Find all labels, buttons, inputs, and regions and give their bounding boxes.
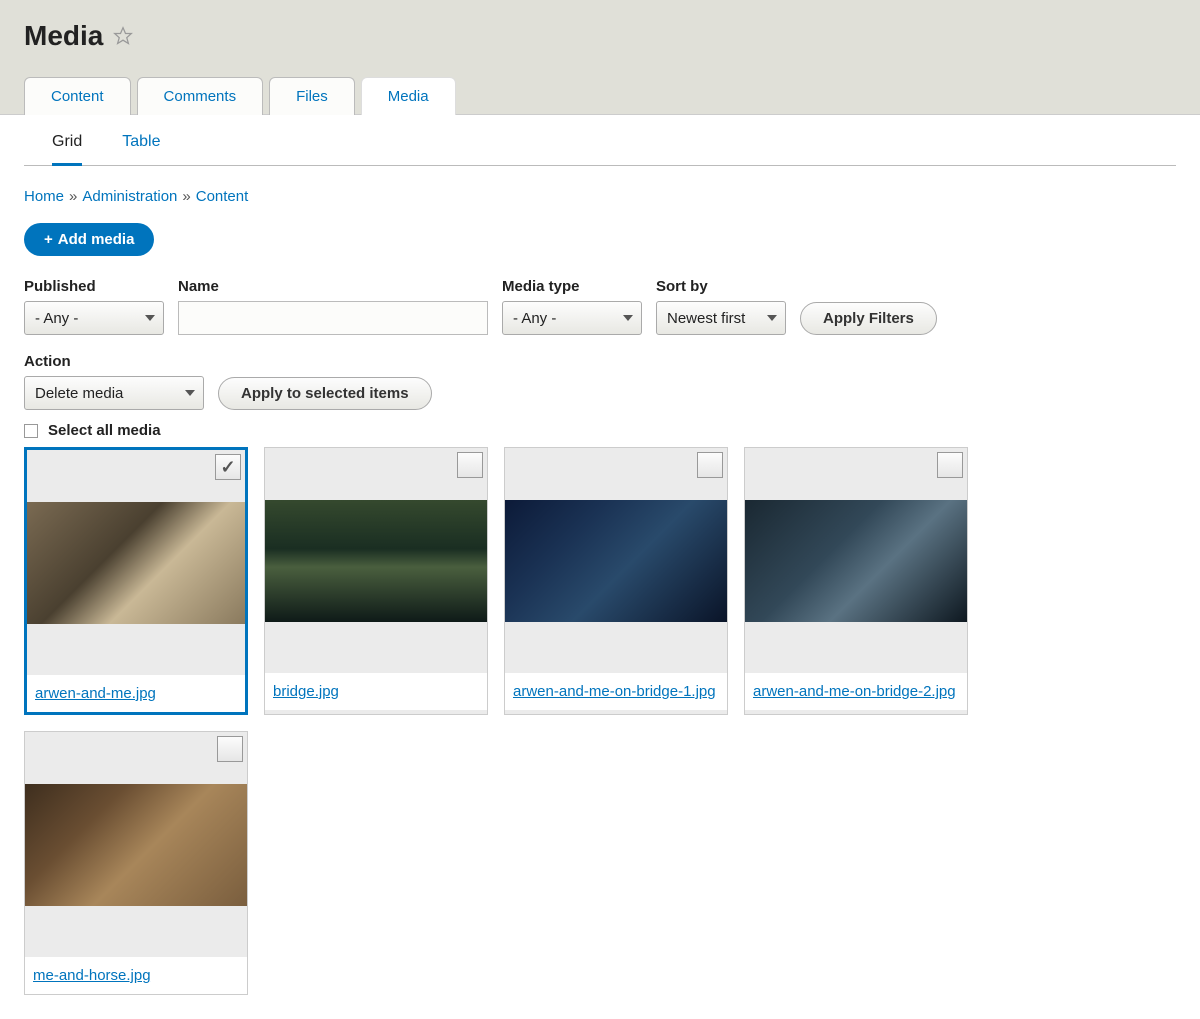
media-grid: ✓ arwen-and-me.jpg bridge.jpg arwen-and-me-… xyxy=(24,447,1176,995)
apply-filters-button[interactable]: Apply Filters xyxy=(800,302,937,335)
add-media-button[interactable]: + Add media xyxy=(24,223,154,256)
breadcrumb-link[interactable]: Home xyxy=(24,188,64,205)
published-label: Published xyxy=(24,278,164,295)
media-caption: arwen-and-me.jpg xyxy=(27,675,245,712)
action-label: Action xyxy=(24,353,1176,370)
breadcrumb-link[interactable]: Administration xyxy=(82,188,177,205)
media-card[interactable]: bridge.jpg xyxy=(264,447,488,715)
breadcrumb: Home » Administration » Content xyxy=(24,188,1176,205)
media-card[interactable]: arwen-and-me-on-bridge-2.jpg xyxy=(744,447,968,715)
media-caption: me-and-horse.jpg xyxy=(25,957,247,994)
breadcrumb-separator: » xyxy=(69,188,77,205)
sort-by-value: Newest first xyxy=(667,310,745,327)
breadcrumb-separator: » xyxy=(182,188,190,205)
media-type-label: Media type xyxy=(502,278,642,295)
apply-filters-label: Apply Filters xyxy=(823,310,914,327)
caret-down-icon xyxy=(185,390,195,396)
primary-tab-comments[interactable]: Comments xyxy=(137,77,264,115)
media-filename-link[interactable]: arwen-and-me.jpg xyxy=(35,685,156,702)
media-thumbnail xyxy=(27,502,245,624)
page-title: Media xyxy=(24,20,103,52)
media-type-value: - Any - xyxy=(513,310,556,327)
media-caption: arwen-and-me-on-bridge-1.jpg xyxy=(505,673,727,710)
media-filename-link[interactable]: arwen-and-me-on-bridge-1.jpg xyxy=(513,683,716,700)
media-thumb-area xyxy=(25,732,247,957)
media-select-checkbox[interactable] xyxy=(937,452,963,478)
select-all-label: Select all media xyxy=(48,422,161,439)
secondary-tabs: Grid Table xyxy=(24,115,1176,166)
name-input[interactable] xyxy=(178,301,488,335)
caret-down-icon xyxy=(767,315,777,321)
primary-tabs: ContentCommentsFilesMedia xyxy=(24,76,1176,114)
media-thumb-area xyxy=(745,448,967,673)
name-label: Name xyxy=(178,278,488,295)
primary-tab-media[interactable]: Media xyxy=(361,77,456,115)
media-select-checkbox[interactable] xyxy=(217,736,243,762)
breadcrumb-link[interactable]: Content xyxy=(196,188,249,205)
secondary-tab-grid[interactable]: Grid xyxy=(52,133,82,166)
primary-tab-files[interactable]: Files xyxy=(269,77,355,115)
media-filename-link[interactable]: arwen-and-me-on-bridge-2.jpg xyxy=(753,683,956,700)
add-media-label: Add media xyxy=(58,231,135,248)
media-thumb-area xyxy=(505,448,727,673)
plus-icon: + xyxy=(44,231,53,248)
media-thumbnail xyxy=(25,784,247,906)
published-value: - Any - xyxy=(35,310,78,327)
media-thumbnail xyxy=(745,500,967,622)
media-select-checkbox[interactable]: ✓ xyxy=(215,454,241,480)
media-thumb-area xyxy=(265,448,487,673)
media-select-checkbox[interactable] xyxy=(697,452,723,478)
sort-by-label: Sort by xyxy=(656,278,786,295)
caret-down-icon xyxy=(623,315,633,321)
media-filename-link[interactable]: bridge.jpg xyxy=(273,683,339,700)
media-thumb-area xyxy=(27,450,245,675)
media-thumbnail xyxy=(265,500,487,622)
media-filename-link[interactable]: me-and-horse.jpg xyxy=(33,967,151,984)
action-select[interactable]: Delete media xyxy=(24,376,204,410)
media-card[interactable]: arwen-and-me-on-bridge-1.jpg xyxy=(504,447,728,715)
published-select[interactable]: - Any - xyxy=(24,301,164,335)
media-card[interactable]: me-and-horse.jpg xyxy=(24,731,248,995)
media-type-select[interactable]: - Any - xyxy=(502,301,642,335)
media-thumbnail xyxy=(505,500,727,622)
favorite-star-icon[interactable] xyxy=(113,26,133,46)
media-card[interactable]: ✓ arwen-and-me.jpg xyxy=(24,447,248,715)
primary-tab-content[interactable]: Content xyxy=(24,77,131,115)
secondary-tab-table[interactable]: Table xyxy=(122,133,160,165)
media-caption: arwen-and-me-on-bridge-2.jpg xyxy=(745,673,967,710)
apply-action-button[interactable]: Apply to selected items xyxy=(218,377,432,410)
media-select-checkbox[interactable] xyxy=(457,452,483,478)
sort-by-select[interactable]: Newest first xyxy=(656,301,786,335)
caret-down-icon xyxy=(145,315,155,321)
select-all-checkbox[interactable] xyxy=(24,424,38,438)
apply-action-label: Apply to selected items xyxy=(241,385,409,402)
media-caption: bridge.jpg xyxy=(265,673,487,710)
action-value: Delete media xyxy=(35,385,123,402)
